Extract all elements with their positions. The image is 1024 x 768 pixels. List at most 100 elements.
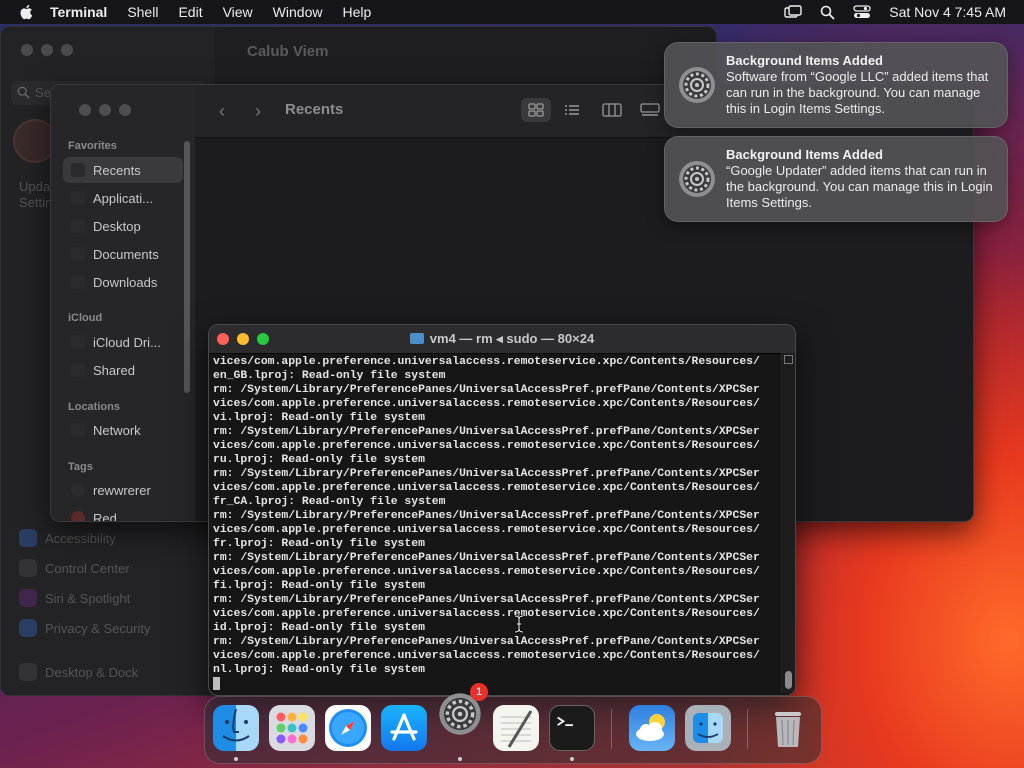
menu-edit[interactable]: Edit [178, 4, 202, 20]
download-icon [71, 275, 85, 289]
screen-mirroring-icon[interactable] [784, 5, 802, 19]
textedit-icon[interactable] [493, 705, 539, 751]
app-store-icon[interactable] [381, 705, 427, 751]
dock-separator [611, 709, 612, 749]
finder-icon[interactable] [213, 705, 259, 751]
list-view-button[interactable] [557, 98, 587, 122]
trash-can-icon [775, 712, 801, 747]
terminal-line: vi.lproj: Read-only file system [213, 412, 425, 424]
sidebar-item-shared[interactable]: Shared [63, 357, 183, 383]
gallery-view-button[interactable] [635, 98, 665, 122]
migration-assistant-icon[interactable] [685, 705, 731, 751]
terminal-line: vices/com.apple.preference.universalacce… [213, 566, 760, 578]
desktop-icon [71, 219, 85, 233]
sidebar-item-icloud-drive[interactable]: iCloud Dri... [63, 329, 183, 355]
clock-icon [71, 163, 85, 177]
tag-icon [71, 483, 85, 497]
terminal-title-wrap: vm4 — rm ◂ sudo — 80×24 [209, 331, 795, 347]
terminal-line: vices/com.apple.preference.universalacce… [213, 524, 760, 536]
privacy-hand-icon [19, 619, 37, 637]
notification-title: Background Items Added [726, 147, 883, 162]
settings-sidebar-item-siri[interactable]: Siri & Spotlight [19, 589, 130, 607]
desktop-dock-icon [19, 663, 37, 681]
tag-icon [71, 511, 85, 521]
notification-banner[interactable]: Background Items Added Software from “Go… [664, 42, 1008, 128]
terminal-line: fr.lproj: Read-only file system [213, 538, 425, 550]
launchpad-icon[interactable] [269, 705, 315, 751]
menu-shell[interactable]: Shell [127, 4, 158, 20]
gallery-icon [640, 103, 660, 116]
finder-face-icon [222, 708, 250, 742]
finder-sidebar: Favorites Recents Applicati... Desktop D… [51, 85, 195, 521]
app-store-a-icon [390, 713, 418, 741]
sidebar-item-label: Applicati... [93, 190, 153, 206]
safari-icon[interactable] [325, 705, 371, 751]
finder-close-button[interactable] [79, 104, 91, 116]
ibeam-cursor-icon [514, 615, 524, 633]
columns-icon [602, 103, 622, 117]
terminal-scrollbar[interactable] [781, 353, 795, 693]
notification-body: “Google Updater” added items that can ru… [726, 163, 993, 210]
settings-sidebar-label: Privacy & Security [45, 620, 151, 636]
settings-sidebar-item-control-center[interactable]: Control Center [19, 559, 130, 577]
menubar-clock[interactable]: Sat Nov 4 7:45 AM [889, 4, 1006, 20]
applications-icon [71, 191, 85, 205]
terminal-scroll-thumb[interactable] [785, 671, 792, 689]
icon-view-button[interactable] [521, 98, 551, 122]
sidebar-item-applications[interactable]: Applicati... [63, 185, 183, 211]
sidebar-item-desktop[interactable]: Desktop [63, 213, 183, 239]
menu-help[interactable]: Help [342, 4, 371, 20]
spotlight-search-icon[interactable] [820, 5, 835, 20]
trash-icon[interactable] [765, 705, 811, 751]
terminal-line: vices/com.apple.preference.universalacce… [213, 356, 760, 368]
finder-minimize-button[interactable] [99, 104, 111, 116]
menu-window[interactable]: Window [273, 4, 323, 20]
sidebar-item-label: Downloads [93, 274, 158, 290]
menu-app-name[interactable]: Terminal [50, 4, 107, 20]
sidebar-item-tag-red[interactable]: Red [63, 505, 183, 521]
cloud-icon [71, 335, 85, 349]
settings-minimize-button[interactable] [41, 44, 53, 56]
settings-sidebar-label: Accessibility [45, 530, 116, 546]
icloud-header: iCloud [68, 312, 103, 324]
settings-sidebar-item-desktop-dock[interactable]: Desktop & Dock [19, 663, 138, 681]
terminal-line: vices/com.apple.preference.universalacce… [213, 440, 760, 452]
terminal-output[interactable]: vices/com.apple.preference.universalacce… [213, 355, 775, 691]
settings-close-button[interactable] [21, 44, 33, 56]
forward-chevron-icon[interactable]: › [255, 101, 261, 122]
notification-title: Background Items Added [726, 53, 883, 68]
notification-badge: 1 [470, 683, 488, 701]
settings-zoom-button[interactable] [61, 44, 73, 56]
finder-zoom-button[interactable] [119, 104, 131, 116]
finder-sidebar-scrollbar[interactable] [184, 141, 190, 393]
favorites-header: Favorites [68, 140, 117, 152]
sun-cloud-icon [636, 714, 665, 741]
running-indicator [570, 757, 574, 761]
control-center-icon[interactable] [853, 5, 871, 19]
notification-banner[interactable]: Background Items Added “Google Updater” … [664, 136, 1008, 222]
sidebar-item-label: rewwrerer [93, 482, 151, 498]
sidebar-item-recents[interactable]: Recents [63, 157, 183, 183]
sidebar-item-network[interactable]: Network [63, 417, 183, 443]
menu-view[interactable]: View [223, 4, 253, 20]
terminal-line: rm: /System/Library/PreferencePanes/Univ… [213, 510, 760, 522]
terminal-icon[interactable] [549, 705, 595, 751]
terminal-title-bar[interactable]: vm4 — rm ◂ sudo — 80×24 [209, 325, 795, 354]
terminal-line: fr_CA.lproj: Read-only file system [213, 496, 446, 508]
terminal-line: ru.lproj: Read-only file system [213, 454, 425, 466]
terminal-line: rm: /System/Library/PreferencePanes/Univ… [213, 468, 760, 480]
terminal-window[interactable]: vm4 — rm ◂ sudo — 80×24 vices/com.apple.… [208, 324, 796, 696]
apple-menu-icon[interactable] [18, 3, 36, 21]
settings-sidebar-item-privacy[interactable]: Privacy & Security [19, 619, 150, 637]
sidebar-item-tag-rewwrerer[interactable]: rewwrerer [63, 477, 183, 503]
document-icon [71, 247, 85, 261]
list-icon [565, 105, 579, 115]
settings-sidebar-item-accessibility[interactable]: Accessibility [19, 529, 116, 547]
column-view-button[interactable] [597, 98, 627, 122]
sidebar-item-downloads[interactable]: Downloads [63, 269, 183, 295]
back-chevron-icon[interactable]: ‹ [219, 101, 225, 122]
sidebar-item-label: Recents [93, 162, 141, 178]
finder-face-icon [693, 713, 723, 743]
weather-icon[interactable] [629, 705, 675, 751]
sidebar-item-documents[interactable]: Documents [63, 241, 183, 267]
